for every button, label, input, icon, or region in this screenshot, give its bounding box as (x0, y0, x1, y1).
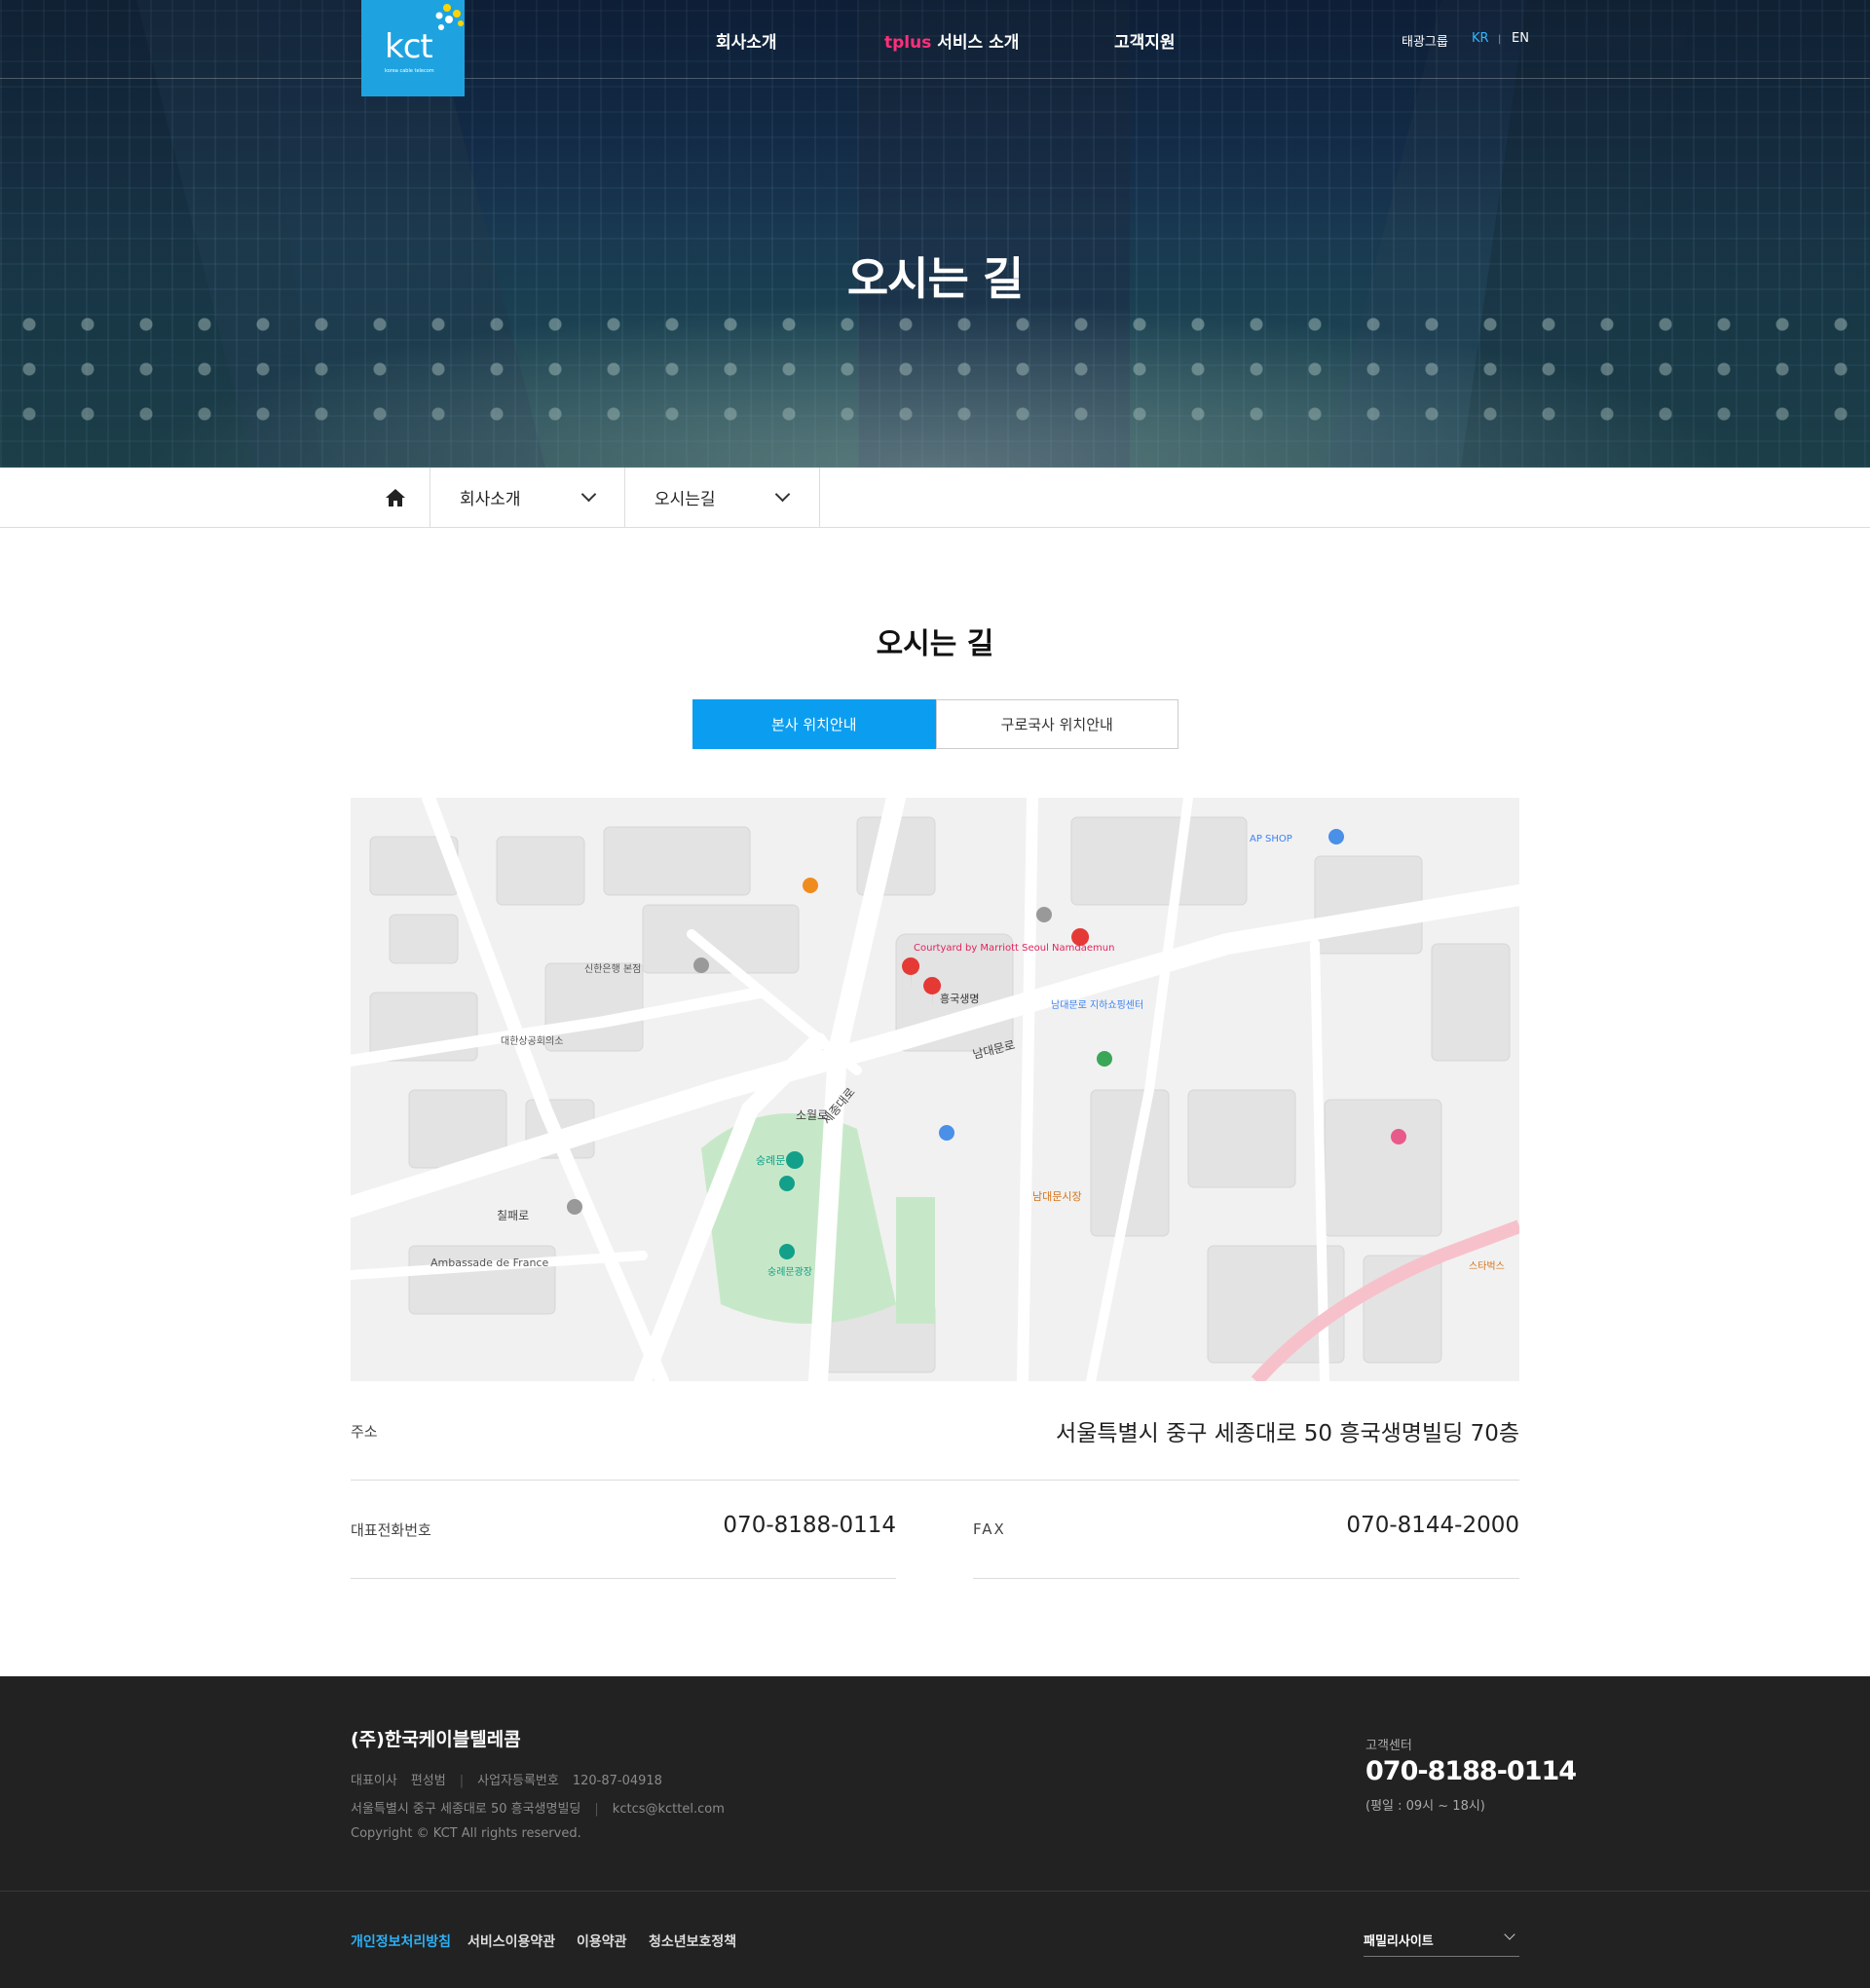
nav-company-label: 회사소개 (716, 33, 777, 53)
footer-bizno: 120-87-04918 (572, 1774, 662, 1788)
chevron-down-icon (1504, 1929, 1515, 1940)
phone-label: 대표전화번호 (351, 1521, 431, 1539)
map-label-place5: 대한상공회의소 (501, 1035, 563, 1047)
footer-link-youth[interactable]: 청소년보호정책 (649, 1932, 736, 1951)
footer-link-service-terms[interactable]: 서비스이용약관 (468, 1932, 555, 1951)
footer-copyright: Copyright © KCT All rights reserved. (351, 1826, 581, 1841)
site-footer: (주)한국케이블텔레콤 대표이사 편성범 | 사업자등록번호 120-87-04918 … (0, 1676, 1870, 1988)
map-label-place9: 스타벅스 (1469, 1260, 1505, 1272)
nav-service[interactable]: tplus 서비스 소개 (884, 28, 1019, 53)
page-title: 오시는 길 (876, 627, 994, 661)
depth2-label: 오시는길 (654, 490, 716, 509)
map-label-place2: 숭례문광장 (767, 1266, 812, 1278)
depth1-dropdown[interactable]: 회사소개 (430, 468, 625, 527)
hero-banner: kct korea cable telecom 회사소개 tplus 서비스 소… (0, 0, 1870, 468)
footer-cs-hours: (평일 : 09시 ~ 18시) (1365, 1799, 1485, 1814)
phone-value: 070-8188-0114 (723, 1513, 896, 1538)
depth2-dropdown[interactable]: 오시는길 (624, 468, 820, 527)
footer-ceo-label: 대표이사 (351, 1774, 397, 1788)
map-label-building: 흥국생명 (940, 992, 979, 1005)
family-site-select[interactable]: 패밀리사이트 (1364, 1920, 1519, 1957)
map-canvas: 흥국생명 세종대로 남대문로 칠패로 소월로 숭례문 숭례문광장 남대문시장 신… (351, 798, 1519, 1381)
address-divider (351, 1480, 1519, 1481)
map-label-place6: Ambassade de France (430, 1257, 548, 1269)
depth1-label: 회사소개 (460, 490, 521, 509)
home-icon (386, 488, 405, 506)
location-tabs: 본사 위치안내 구로국사 위치안내 (692, 699, 1178, 749)
fax-value: 070-8144-2000 (1346, 1513, 1519, 1538)
fax-divider (973, 1578, 1519, 1579)
lang-separator: | (1498, 34, 1502, 45)
location-map[interactable]: 흥국생명 세종대로 남대문로 칠패로 소월로 숭례문 숭례문광장 남대문시장 신… (351, 798, 1519, 1381)
footer-address-line: 서울특별시 중구 세종대로 50 흥국생명빌딩 | kctcs@kcttel.com (351, 1802, 725, 1817)
address-value: 서울특별시 중구 세종대로 50 흥국생명빌딩 70층 (1056, 1421, 1519, 1446)
map-label-place8: AP SHOP (1250, 834, 1292, 844)
map-label-place3: 남대문시장 (1032, 1190, 1082, 1203)
map-label-road4: 소월로 (796, 1108, 828, 1122)
chevron-down-icon (580, 486, 597, 503)
tab-guro[interactable]: 구로국사 위치안내 (935, 699, 1178, 749)
lang-en[interactable]: EN (1512, 31, 1529, 46)
util-group-link[interactable]: 태광그룹 (1402, 31, 1448, 50)
chevron-down-icon (774, 486, 791, 503)
logo-text: kct (385, 27, 433, 66)
kct-logo[interactable]: kct korea cable telecom (361, 0, 465, 96)
map-label-place4: 신한은행 본점 (584, 963, 641, 975)
logo-dots-icon (435, 4, 464, 30)
lang-kr[interactable]: KR (1472, 31, 1489, 46)
home-button[interactable] (360, 468, 430, 527)
site-header: kct korea cable telecom 회사소개 tplus 서비스 소… (0, 0, 1870, 96)
hero-title: 오시는 길 (846, 252, 1024, 305)
family-site-label: 패밀리사이트 (1364, 1934, 1434, 1949)
footer-link-terms[interactable]: 이용약관 (577, 1932, 627, 1951)
map-label-place10: 남대문로 지하쇼핑센터 (1051, 998, 1143, 1011)
footer-bizno-label: 사업자등록번호 (477, 1774, 559, 1788)
footer-email: kctcs@kcttel.com (612, 1802, 725, 1817)
footer-cs-label: 고객센터 (1365, 1739, 1412, 1753)
location-bar: 회사소개 오시는길 (0, 468, 1870, 528)
nav-support[interactable]: 고객지원 (1114, 28, 1176, 53)
footer-link-privacy[interactable]: 개인정보처리방침 (351, 1932, 451, 1951)
address-label: 주소 (351, 1423, 378, 1441)
nav-support-label: 고객지원 (1114, 33, 1176, 53)
footer-ceo-line: 대표이사 편성범 | 사업자등록번호 120-87-04918 (351, 1774, 662, 1788)
map-label-place7: Courtyard by Marriott Seoul Namdaemun (914, 943, 1114, 954)
map-label-road3: 칠패로 (497, 1209, 529, 1222)
nav-service-brand: tplus (884, 33, 932, 53)
nav-service-label: 서비스 소개 (937, 33, 1020, 53)
footer-company: (주)한국케이블텔레콤 (351, 1729, 521, 1750)
tab-headquarters[interactable]: 본사 위치안내 (692, 699, 936, 749)
logo-subtext: korea cable telecom (385, 68, 434, 74)
nav-company[interactable]: 회사소개 (716, 28, 777, 53)
footer-cs-phone: 070-8188-0114 (1365, 1756, 1577, 1786)
footer-address: 서울특별시 중구 세종대로 50 흥국생명빌딩 (351, 1802, 581, 1817)
fax-label: FAX (973, 1520, 1006, 1538)
footer-ceo: 편성범 (410, 1774, 446, 1788)
phone-divider (351, 1578, 896, 1579)
map-label-place1: 숭례문 (756, 1154, 785, 1167)
footer-divider (0, 1891, 1870, 1892)
